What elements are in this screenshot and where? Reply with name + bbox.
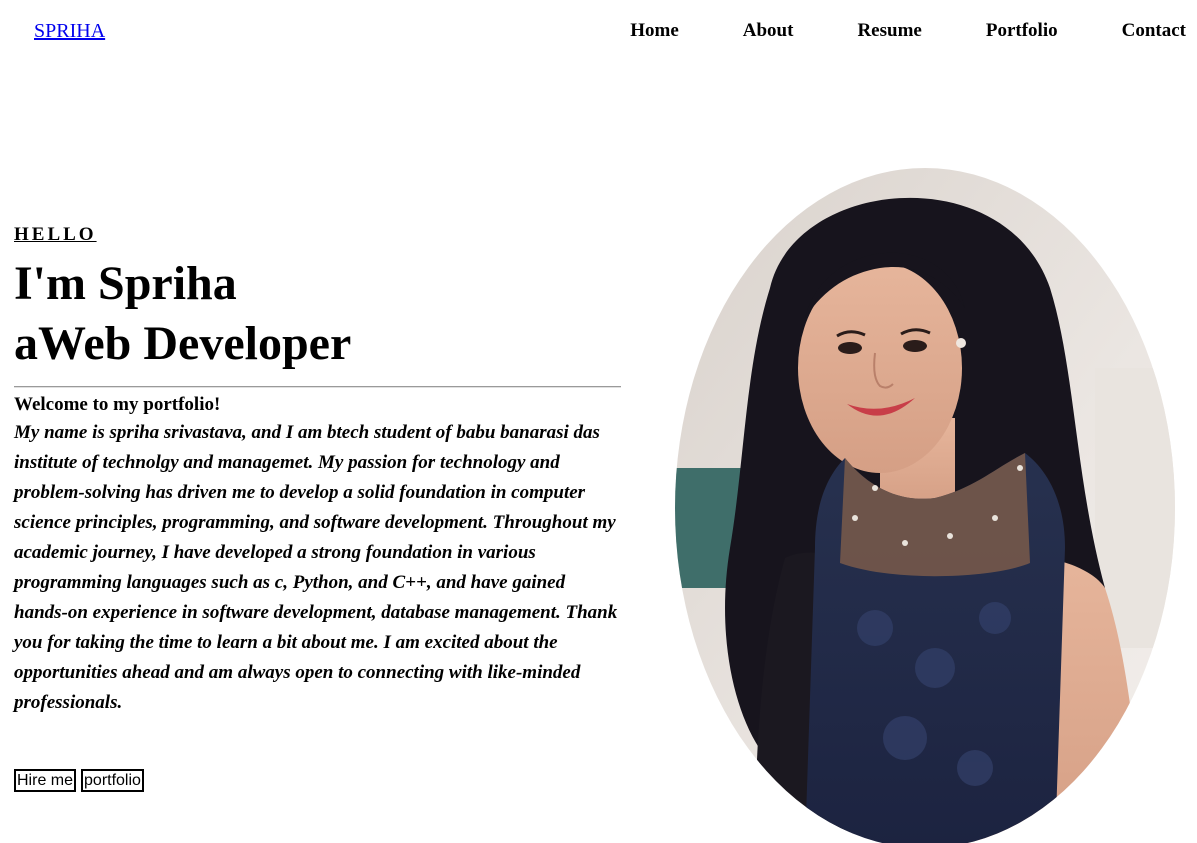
greeting: HELLO bbox=[14, 224, 97, 245]
nav-resume[interactable]: Resume bbox=[857, 20, 921, 42]
welcome-text: Welcome to my portfolio! bbox=[14, 394, 221, 415]
nav-portfolio[interactable]: Portfolio bbox=[986, 20, 1058, 42]
bio-text: My name is spriha srivastava, and I am b… bbox=[14, 422, 618, 713]
action-buttons: Hire me portfolio bbox=[14, 769, 144, 792]
page: SPRIHA Home About Resume Portfolio Conta… bbox=[0, 0, 1197, 843]
logo-link[interactable]: SPRIHA bbox=[34, 20, 105, 43]
nav-contact[interactable]: Contact bbox=[1122, 20, 1186, 42]
title-line-role: aWeb Developer bbox=[14, 317, 352, 370]
hero-section: HELLO I'm Spriha aWeb Developer Welcome … bbox=[14, 222, 621, 718]
main-nav: Home About Resume Portfolio Contact bbox=[630, 20, 1186, 42]
profile-photo bbox=[675, 168, 1175, 843]
title-line-name: I'm Spriha bbox=[14, 257, 237, 310]
hire-me-button[interactable]: Hire me bbox=[14, 769, 77, 792]
nav-about[interactable]: About bbox=[743, 20, 794, 42]
nav-home[interactable]: Home bbox=[630, 20, 679, 42]
hero-title: I'm Spriha aWeb Developer bbox=[14, 254, 621, 374]
divider bbox=[14, 386, 621, 388]
portfolio-button[interactable]: portfolio bbox=[81, 769, 144, 792]
